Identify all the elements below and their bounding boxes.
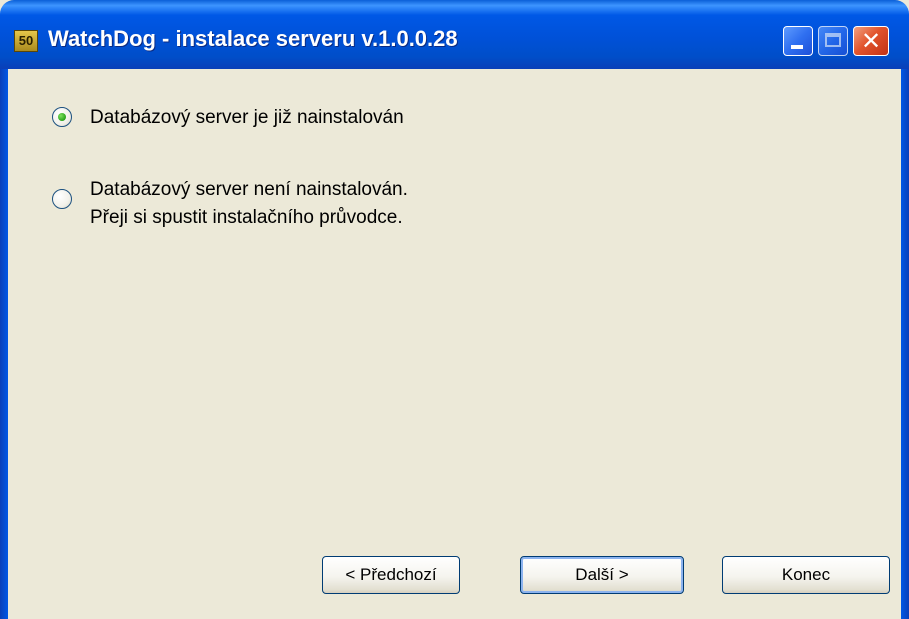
radio-option-installed[interactable]: Databázový server je již nainstalován [52, 103, 552, 133]
radio-label-not-installed-line-1: Databázový server není nainstalován. [90, 179, 408, 200]
radio-option-not-installed[interactable]: Databázový server není nainstalován. Pře… [52, 175, 552, 235]
window-frame-right [901, 69, 909, 619]
minimize-button[interactable] [783, 26, 813, 56]
maximize-icon [825, 33, 841, 47]
previous-button[interactable]: < Předchozí [322, 556, 460, 594]
window-title: WatchDog - instalace serveru v.1.0.0.28 [48, 26, 458, 51]
radio-button-not-installed[interactable] [52, 189, 72, 209]
close-icon: ✕ [860, 27, 882, 55]
minimize-icon [791, 45, 803, 49]
finish-button[interactable]: Konec [722, 556, 890, 594]
radio-selected-dot [58, 113, 66, 121]
radio-label-not-installed-line-2: Přeji si spustit instalačního průvodce. [90, 207, 403, 228]
app-icon: 50 [14, 30, 38, 52]
title-bar[interactable]: 50 WatchDog - instalace serveru v.1.0.0.… [0, 0, 909, 69]
window-frame-left [0, 69, 8, 619]
radio-label-installed: Databázový server je již nainstalován [90, 107, 404, 128]
close-button[interactable]: ✕ [853, 26, 889, 56]
next-button[interactable]: Další > [520, 556, 684, 594]
installer-window: 50 WatchDog - instalace serveru v.1.0.0.… [0, 0, 909, 619]
maximize-button [818, 26, 848, 56]
radio-button-installed[interactable] [52, 107, 72, 127]
